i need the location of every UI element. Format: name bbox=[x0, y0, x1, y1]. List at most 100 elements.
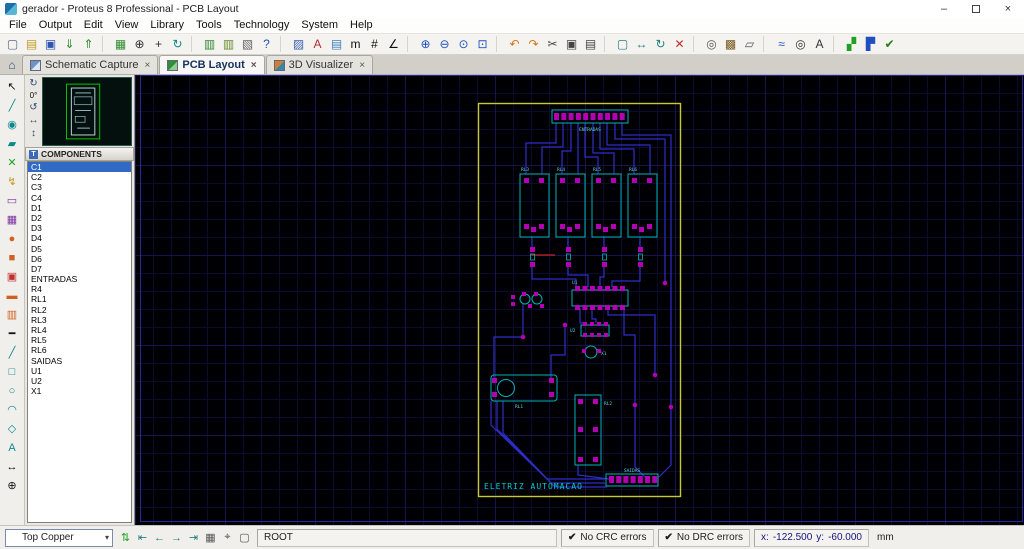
open-design-icon[interactable]: ▤ bbox=[22, 35, 41, 54]
2d-arc-icon[interactable]: ◠ bbox=[2, 400, 23, 419]
redraw-icon[interactable]: ↻ bbox=[168, 35, 187, 54]
smt-pad-icon[interactable]: ▬ bbox=[2, 286, 23, 305]
copy-icon[interactable]: ▣ bbox=[562, 35, 581, 54]
component-list-item[interactable]: RL1 bbox=[28, 294, 131, 304]
component-list-item[interactable]: D6 bbox=[28, 254, 131, 264]
relay-rl2[interactable]: RL2 bbox=[574, 394, 612, 466]
component-list-item[interactable]: D5 bbox=[28, 244, 131, 254]
menu-file[interactable]: File bbox=[3, 18, 33, 33]
search-components-icon[interactable]: ◎ bbox=[702, 35, 721, 54]
zoom-area-icon[interactable]: ⊡ bbox=[473, 35, 492, 54]
decompose-icon[interactable]: ▱ bbox=[740, 35, 759, 54]
package-mode-icon[interactable]: ▦ bbox=[2, 210, 23, 229]
dimension-icon[interactable]: ↔ bbox=[2, 457, 23, 476]
components-list[interactable]: C1 C2 C3 C4 D1 D2 D3 D4 D5 D6 D7 ENTRADAS R4 RL1 RL2 RL… bbox=[27, 161, 132, 523]
snap-grid-icon[interactable]: # bbox=[365, 35, 384, 54]
component-list-item[interactable]: C2 bbox=[28, 172, 131, 182]
zoom-out-icon[interactable]: ⊖ bbox=[435, 35, 454, 54]
component-list-item[interactable]: D2 bbox=[28, 213, 131, 223]
clear-filter-icon[interactable]: ▢ bbox=[236, 529, 253, 546]
component-list-item[interactable]: D3 bbox=[28, 223, 131, 233]
relay-rl3[interactable]: RL3 bbox=[519, 167, 550, 238]
2d-box-icon[interactable]: □ bbox=[2, 362, 23, 381]
cut-icon[interactable]: ✂ bbox=[543, 35, 562, 54]
menu-tools[interactable]: Tools bbox=[190, 18, 228, 33]
component-list-item[interactable]: C4 bbox=[28, 193, 131, 203]
goto-last-layer-icon[interactable]: ⇥ bbox=[185, 529, 202, 546]
ic-u2[interactable]: U2 bbox=[570, 322, 610, 337]
connectivity-highlight-icon[interactable]: ↯ bbox=[2, 172, 23, 191]
menu-edit[interactable]: Edit bbox=[78, 18, 109, 33]
component-list-item[interactable]: D7 bbox=[28, 264, 131, 274]
menu-system[interactable]: System bbox=[295, 18, 344, 33]
component-list-item[interactable]: R4 bbox=[28, 284, 131, 294]
save-design-icon[interactable]: ▣ bbox=[41, 35, 60, 54]
component-mode-icon[interactable]: ▭ bbox=[2, 191, 23, 210]
select-filter-icon[interactable]: ⌖ bbox=[219, 529, 236, 546]
text-style-icon[interactable]: A bbox=[308, 35, 327, 54]
via-mode-icon[interactable]: ◉ bbox=[2, 115, 23, 134]
metric-toggle-icon[interactable]: m bbox=[346, 35, 365, 54]
menu-library[interactable]: Library bbox=[144, 18, 190, 33]
crystal-x1[interactable]: X1 bbox=[582, 345, 607, 359]
component-list-item[interactable]: RL5 bbox=[28, 335, 131, 345]
package-library-icon[interactable]: ▥ bbox=[219, 35, 238, 54]
padstack-icon[interactable]: ▥ bbox=[2, 305, 23, 324]
block-rotate-icon[interactable]: ↻ bbox=[651, 35, 670, 54]
selection-mode-icon[interactable]: ↖ bbox=[2, 77, 23, 96]
angle-lock-icon[interactable]: ∠ bbox=[384, 35, 403, 54]
tab-schematic-capture[interactable]: Schematic Capture × bbox=[22, 55, 159, 74]
paste-icon[interactable]: ▤ bbox=[581, 35, 600, 54]
relay-rl1[interactable]: RL1 bbox=[490, 374, 558, 410]
close-button[interactable]: × bbox=[992, 0, 1024, 18]
track-mode-icon[interactable]: ╱ bbox=[2, 96, 23, 115]
mirror-horizontal-icon[interactable]: ↔ bbox=[26, 114, 41, 127]
discrete-components[interactable] bbox=[511, 292, 544, 308]
crc-status[interactable]: ✔ No CRC errors bbox=[561, 528, 654, 547]
search-tag-icon[interactable]: ◎ bbox=[791, 35, 810, 54]
menu-help[interactable]: Help bbox=[344, 18, 379, 33]
undo-icon[interactable]: ↶ bbox=[505, 35, 524, 54]
auto-router-icon[interactable]: ≈ bbox=[772, 35, 791, 54]
layer-flip-icon[interactable]: ⇅ bbox=[117, 529, 134, 546]
component-list-item[interactable]: RL4 bbox=[28, 325, 131, 335]
square-pad-icon[interactable]: ■ bbox=[2, 248, 23, 267]
drc-status[interactable]: ✔ No DRC errors bbox=[657, 528, 751, 547]
help-icon[interactable]: ? bbox=[257, 35, 276, 54]
rotate-ccw-icon[interactable]: ↺ bbox=[26, 101, 41, 114]
new-design-icon[interactable]: ▢ bbox=[3, 35, 22, 54]
component-list-item[interactable]: RL2 bbox=[28, 305, 131, 315]
tab-close-icon[interactable]: × bbox=[251, 60, 257, 71]
ratsnest-mode-icon[interactable]: ✕ bbox=[2, 153, 23, 172]
redo-icon[interactable]: ↷ bbox=[524, 35, 543, 54]
drc-report-icon[interactable]: ✔ bbox=[880, 35, 899, 54]
component-list-item[interactable]: D1 bbox=[28, 203, 131, 213]
block-delete-icon[interactable]: ✕ bbox=[670, 35, 689, 54]
overview-minimap[interactable] bbox=[42, 77, 132, 146]
maximize-button[interactable] bbox=[960, 0, 992, 18]
rotate-cw-icon[interactable]: ↻ bbox=[26, 77, 41, 90]
component-list-item[interactable]: D4 bbox=[28, 233, 131, 243]
snap-indicator-icon[interactable]: ▦ bbox=[202, 529, 219, 546]
relay-rl4[interactable]: RL4 bbox=[555, 167, 586, 238]
tab-close-icon[interactable]: × bbox=[359, 60, 365, 71]
relay-rl5[interactable]: RL5 bbox=[591, 167, 622, 238]
export-section-icon[interactable]: ⇑ bbox=[79, 35, 98, 54]
import-section-icon[interactable]: ⇓ bbox=[60, 35, 79, 54]
home-tab-icon[interactable]: ⌂ bbox=[2, 56, 22, 74]
tab-close-icon[interactable]: × bbox=[145, 60, 151, 71]
layer-selector[interactable]: Top Copper ▾ bbox=[5, 528, 113, 547]
block-move-icon[interactable]: ↔ bbox=[632, 35, 651, 54]
prev-layer-icon[interactable]: ← bbox=[151, 529, 168, 546]
tab-pcb-layout[interactable]: PCB Layout × bbox=[159, 55, 265, 74]
display-settings-icon[interactable]: ▨ bbox=[289, 35, 308, 54]
mirror-vertical-icon[interactable]: ↕ bbox=[26, 127, 41, 140]
print-icon[interactable]: ▧ bbox=[238, 35, 257, 54]
component-list-item[interactable]: ENTRADAS bbox=[28, 274, 131, 284]
goto-first-layer-icon[interactable]: ⇤ bbox=[134, 529, 151, 546]
next-layer-icon[interactable]: → bbox=[168, 529, 185, 546]
menu-technology[interactable]: Technology bbox=[228, 18, 296, 33]
origin-icon[interactable]: ⊕ bbox=[130, 35, 149, 54]
grid-toggle-icon[interactable]: ▦ bbox=[111, 35, 130, 54]
component-list-item[interactable]: C1 bbox=[28, 162, 131, 173]
